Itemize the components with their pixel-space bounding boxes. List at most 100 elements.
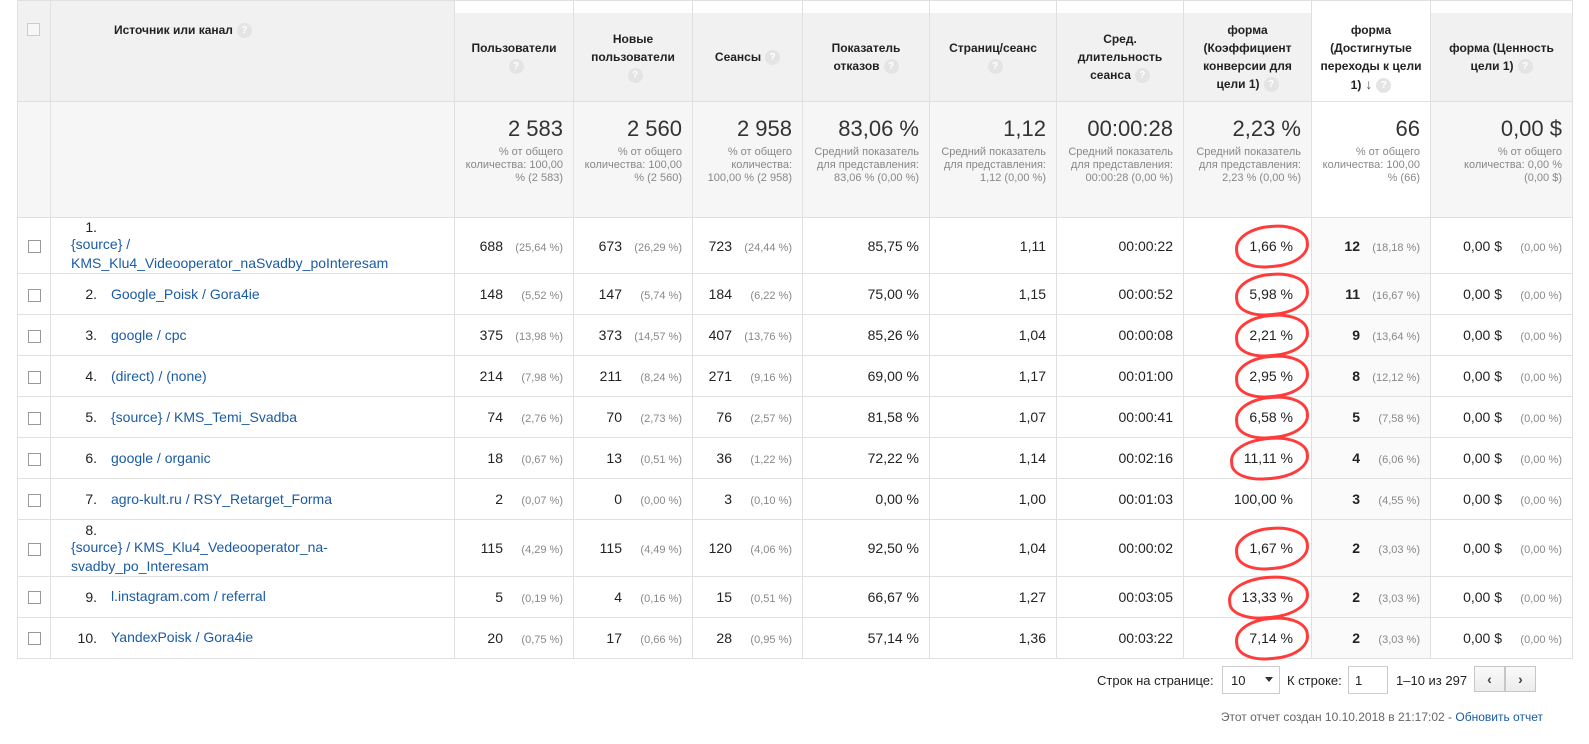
duration-value: 00:01:00	[1118, 368, 1174, 385]
header-conv-rate[interactable]: форма (Коэффициент конверсии для цели 1)…	[1183, 0, 1312, 102]
row-checkbox[interactable]	[27, 371, 41, 385]
source-link[interactable]: agro-kult.ru / RSY_Retarget_Forma	[111, 490, 332, 509]
refresh-report-link[interactable]: Обновить отчет	[1455, 710, 1543, 724]
source-link[interactable]: {source} / KMS_Temi_Svadba	[111, 408, 297, 427]
goal-value-share: (0,00 %)	[1520, 372, 1562, 385]
pages-value: 1,04	[1018, 327, 1046, 344]
source-link[interactable]: l.instagram.com / referral	[111, 587, 266, 606]
select-all-cell	[17, 0, 51, 102]
users-share: (0,67 %)	[521, 454, 563, 467]
row-number: 10.	[77, 629, 97, 646]
completions-share: (6,06 %)	[1378, 454, 1420, 467]
row-checkbox[interactable]	[27, 542, 41, 556]
help-icon[interactable]: ?	[1517, 59, 1533, 75]
source-cell: 5. {source} / KMS_Temi_Svadba	[50, 396, 455, 439]
header-users[interactable]: Пользователи?	[454, 0, 574, 102]
completions-value: 2	[1352, 629, 1360, 646]
header-value[interactable]: форма (Ценность цели 1)?	[1430, 0, 1573, 102]
header-sessions[interactable]: Сеансы?	[692, 0, 803, 102]
sessions-cell: 76 (2,57 %)	[692, 396, 803, 439]
row-checkbox[interactable]	[27, 632, 41, 646]
pages-value: 1,00	[1018, 491, 1046, 508]
completions-value: 5	[1352, 409, 1360, 426]
source-link[interactable]: {source} / KMS_Klu4_Videooperator_naSvad…	[71, 235, 444, 273]
goal-value: 0,00 $	[1463, 409, 1502, 426]
source-cell: 8.{source} / KMS_Klu4_Vedeooperator_na-s…	[50, 519, 455, 577]
help-icon[interactable]: ?	[627, 68, 643, 84]
help-icon[interactable]: ?	[765, 50, 781, 66]
sort-desc-icon[interactable]: ↓	[1365, 76, 1372, 92]
help-icon[interactable]: ?	[987, 59, 1003, 75]
help-icon[interactable]: ?	[1376, 77, 1392, 93]
value-cell: 0,00 $ (0,00 %)	[1430, 519, 1573, 577]
users-value: 688	[479, 237, 503, 254]
summary-row: 2 583 % от общего количества: 100,00 % (2…	[17, 101, 1573, 218]
help-icon[interactable]: ?	[1134, 68, 1150, 84]
completions-share: (18,18 %)	[1372, 241, 1420, 254]
completions-cell: 12 (18,18 %)	[1311, 216, 1431, 275]
duration-cell: 00:01:03	[1056, 478, 1184, 521]
header-bounce[interactable]: Показатель отказов?	[802, 0, 930, 102]
next-page-button[interactable]: ›	[1505, 666, 1536, 692]
sessions-cell: 28 (0,95 %)	[692, 616, 803, 659]
users-cell: 375 (13,98 %)	[454, 314, 574, 357]
new-users-value: 0	[614, 491, 622, 508]
source-link[interactable]: Google_Poisk / Gora4ie	[111, 285, 260, 304]
row-checkbox[interactable]	[27, 412, 41, 426]
table-row: 2. Google_Poisk / Gora4ie 148 (5,52 %) 147 (5…	[17, 273, 1573, 316]
row-checkbox[interactable]	[27, 453, 41, 467]
value-cell: 0,00 $ (0,00 %)	[1430, 216, 1573, 275]
pages-value: 1,17	[1018, 368, 1046, 385]
source-link[interactable]: google / cpc	[111, 326, 187, 345]
source-link[interactable]: YandexPoisk / Gora4ie	[111, 628, 253, 647]
row-checkbox[interactable]	[27, 591, 41, 605]
select-all-checkbox[interactable]	[27, 23, 40, 36]
help-icon[interactable]: ?	[1263, 77, 1279, 93]
circled-conv-rate: 2,21 %	[1249, 327, 1293, 344]
goto-row-input[interactable]: 1	[1348, 666, 1388, 694]
header-completions[interactable]: форма (Достигнутые переходы к цели 1) ↓?	[1311, 0, 1431, 102]
row-checkbox[interactable]	[27, 494, 41, 508]
table-row: 8.{source} / KMS_Klu4_Vedeooperator_na-s…	[17, 519, 1573, 577]
row-checkbox[interactable]	[27, 289, 41, 303]
row-checkbox-cell	[17, 396, 51, 439]
header-source[interactable]: Источник или канал?	[50, 0, 455, 102]
source-link[interactable]: (direct) / (none)	[111, 367, 207, 386]
duration-cell: 00:03:05	[1056, 575, 1184, 618]
row-checkbox[interactable]	[27, 330, 41, 344]
summary-subtext: Средний показатель для представления: 00…	[1068, 146, 1173, 184]
goal-value-share: (0,00 %)	[1520, 633, 1562, 646]
completions-share: (12,12 %)	[1372, 372, 1420, 385]
goal-value: 0,00 $	[1463, 539, 1502, 556]
sessions-share: (1,22 %)	[750, 454, 792, 467]
help-icon[interactable]: ?	[883, 59, 899, 75]
new-users-share: (4,49 %)	[640, 543, 682, 556]
pages-cell: 1,07	[929, 396, 1057, 439]
rows-per-page-select[interactable]: 10	[1222, 666, 1280, 694]
duration-cell: 00:00:02	[1056, 519, 1184, 577]
bounce-value: 69,00 %	[867, 368, 919, 385]
new-users-share: (8,24 %)	[640, 372, 682, 385]
sessions-value: 28	[716, 629, 732, 646]
table-row: 7. agro-kult.ru / RSY_Retarget_Forma 2 (0,0…	[17, 478, 1573, 521]
header-pages[interactable]: Страниц/сеанс?	[929, 0, 1057, 102]
sessions-cell: 184 (6,22 %)	[692, 273, 803, 316]
header-duration[interactable]: Сред. длительность сеанса?	[1056, 0, 1184, 102]
users-share: (13,98 %)	[515, 331, 563, 344]
goal-value-share: (0,00 %)	[1520, 543, 1562, 556]
source-link[interactable]: google / organic	[111, 449, 211, 468]
row-checkbox[interactable]	[27, 240, 41, 254]
new-users-cell: 373 (14,57 %)	[573, 314, 693, 357]
source-link[interactable]: {source} / KMS_Klu4_Vedeooperator_na-sva…	[71, 538, 444, 576]
prev-page-button[interactable]: ‹	[1474, 666, 1505, 692]
sessions-cell: 271 (9,16 %)	[692, 355, 803, 398]
users-share: (5,52 %)	[521, 290, 563, 303]
row-number: 1.	[85, 219, 97, 236]
circled-conv-rate: 6,58 %	[1249, 409, 1293, 426]
pages-cell: 1,36	[929, 616, 1057, 659]
header-new-users[interactable]: Новые пользователи?	[573, 0, 693, 102]
help-icon[interactable]: ?	[508, 59, 524, 75]
completions-share: (3,03 %)	[1378, 592, 1420, 605]
help-icon[interactable]: ?	[236, 23, 252, 39]
source-cell: 2. Google_Poisk / Gora4ie	[50, 273, 455, 316]
